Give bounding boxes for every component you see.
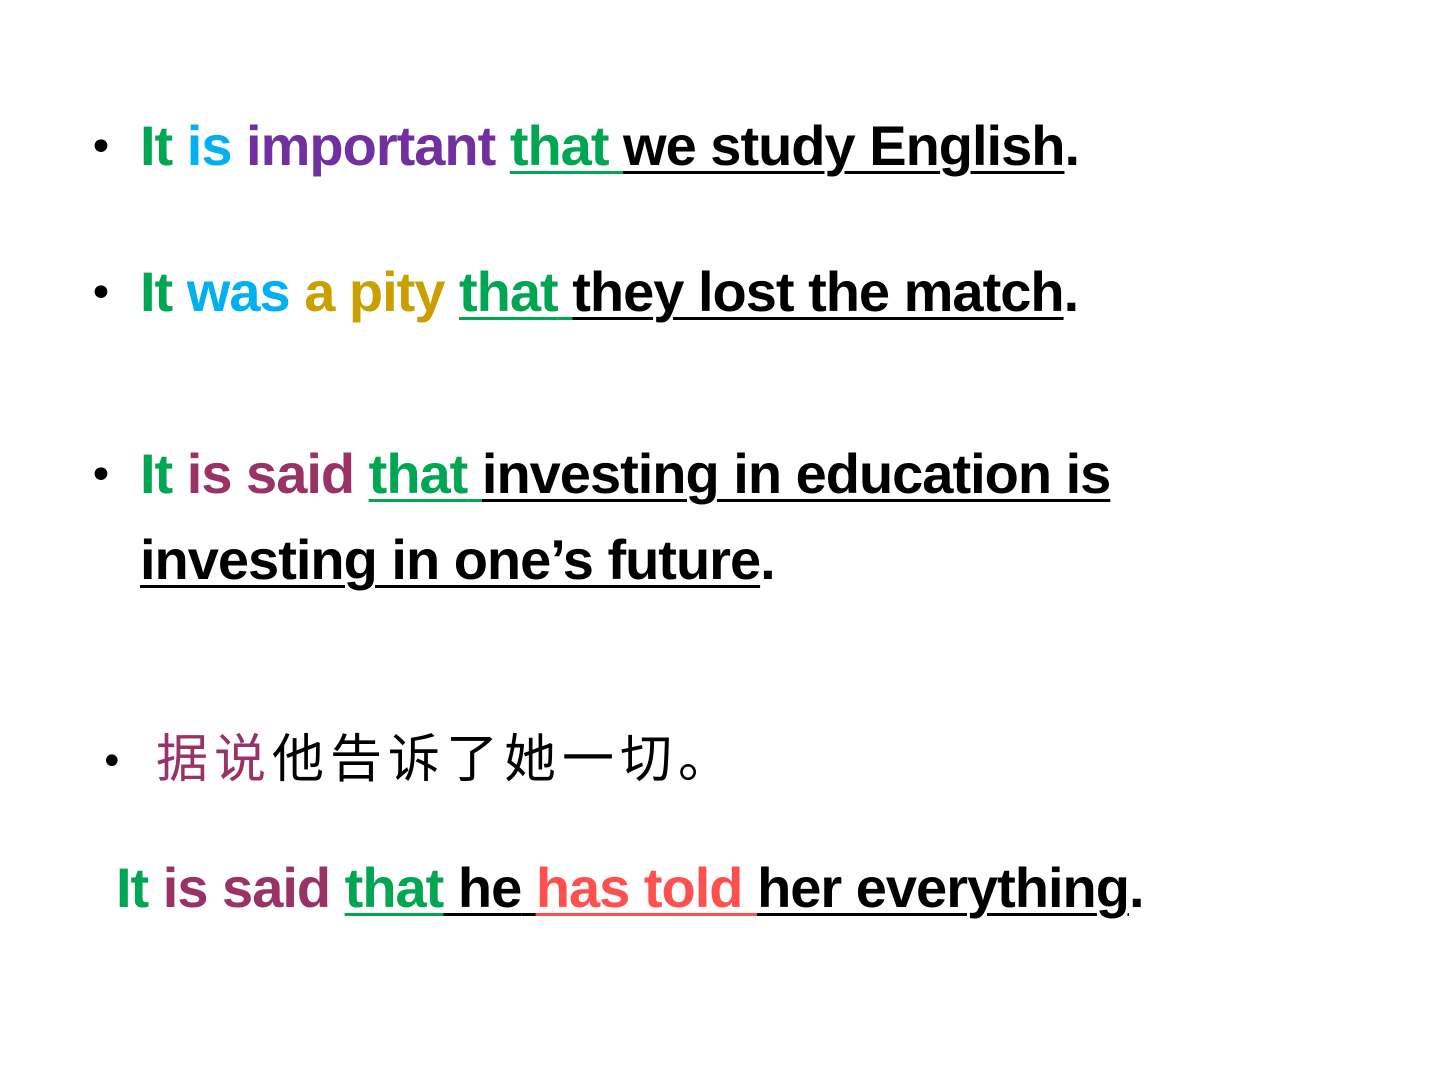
- chinese-sentence: 据说他告诉了她一切。: [156, 734, 736, 786]
- s2-that: that: [459, 260, 559, 323]
- cn-ju-shuo: 据说: [156, 730, 273, 790]
- s2-was: was: [186, 260, 291, 323]
- bullet-1: •: [88, 122, 114, 173]
- sentence-2: It was a pity that they lost the match.: [140, 264, 1079, 320]
- s1-that: that: [509, 114, 610, 177]
- translation-sentence: It is said that he has told her everythi…: [116, 860, 1145, 916]
- s1-period: .: [1064, 114, 1080, 177]
- s5-has-told: has told: [535, 856, 744, 919]
- s3-that: that: [368, 442, 469, 505]
- s3-clause-part-2: investing in one’s future: [140, 528, 761, 591]
- s5-he: he: [457, 856, 522, 919]
- s2-clause: they lost the match: [572, 260, 1064, 323]
- cn-rest: 他告诉了她一切。: [272, 730, 737, 790]
- sentence-3-line-2: investing in one’s future.: [140, 532, 776, 588]
- s1-it: It: [140, 114, 173, 177]
- s2-a-pity: a pity: [304, 260, 445, 323]
- s3-period: .: [760, 528, 776, 591]
- s5-rest: her everything: [757, 856, 1130, 919]
- sentence-3-line-1: It is said that investing in education i…: [140, 446, 1111, 502]
- s1-important: important: [246, 114, 496, 177]
- s1-is: is: [186, 114, 233, 177]
- s5-is-said: is said: [162, 856, 331, 919]
- s2-period: .: [1063, 260, 1080, 323]
- s2-it: It: [140, 260, 173, 323]
- s3-is-said: is said: [186, 442, 355, 505]
- sentence-1: It is important that we study English.: [140, 118, 1080, 174]
- bullet-3: •: [88, 450, 114, 501]
- s3-clause-part-1: investing in education is: [481, 442, 1111, 505]
- s1-clause: we study English: [623, 114, 1065, 177]
- s5-that: that: [344, 856, 445, 919]
- bullet-2: •: [88, 268, 114, 319]
- s5-it: It: [116, 856, 149, 919]
- bullet-4: •: [100, 739, 124, 785]
- s3-it: It: [140, 442, 173, 505]
- slide: • It is important that we study English.…: [0, 0, 1440, 1080]
- s5-period: .: [1128, 856, 1145, 919]
